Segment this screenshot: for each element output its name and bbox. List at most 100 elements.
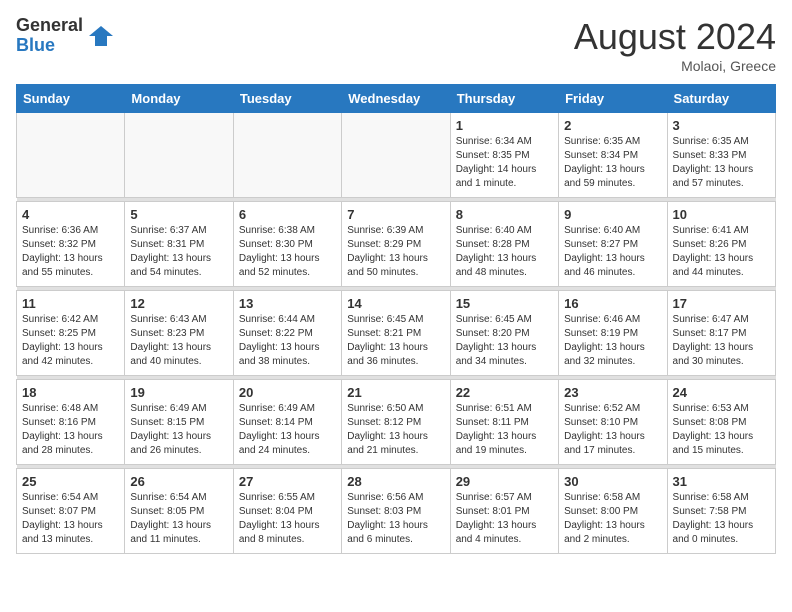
cell-content-line: Daylight: 13 hours [347,252,444,266]
cell-content-line: Daylight: 13 hours [22,430,119,444]
day-number: 20 [239,385,336,400]
cell-content-line: Sunrise: 6:40 AM [564,224,661,238]
cell-content-line: and 17 minutes. [564,444,661,458]
day-number: 8 [456,207,553,222]
calendar-cell [342,113,450,198]
cell-content-line: Sunrise: 6:41 AM [673,224,770,238]
calendar-cell: 26Sunrise: 6:54 AMSunset: 8:05 PMDayligh… [125,469,233,554]
day-number: 13 [239,296,336,311]
cell-content-line: Sunset: 8:01 PM [456,505,553,519]
cell-content-line: Sunset: 8:20 PM [456,327,553,341]
cell-content-line: Sunset: 8:11 PM [456,416,553,430]
day-number: 2 [564,118,661,133]
calendar-cell: 16Sunrise: 6:46 AMSunset: 8:19 PMDayligh… [559,291,667,376]
header: General Blue August 2024 Molaoi, Greece [16,16,776,74]
calendar-cell: 5Sunrise: 6:37 AMSunset: 8:31 PMDaylight… [125,202,233,287]
calendar-cell [125,113,233,198]
cell-content-line: Sunset: 8:07 PM [22,505,119,519]
calendar-cell: 25Sunrise: 6:54 AMSunset: 8:07 PMDayligh… [17,469,125,554]
calendar-cell: 11Sunrise: 6:42 AMSunset: 8:25 PMDayligh… [17,291,125,376]
cell-content-line: Sunset: 8:34 PM [564,149,661,163]
cell-content-line: Daylight: 13 hours [22,341,119,355]
cell-content-line: Sunset: 8:22 PM [239,327,336,341]
calendar-cell [233,113,341,198]
calendar-cell: 21Sunrise: 6:50 AMSunset: 8:12 PMDayligh… [342,380,450,465]
calendar-cell [17,113,125,198]
cell-content-line: Sunrise: 6:39 AM [347,224,444,238]
location: Molaoi, Greece [574,58,776,74]
cell-content-line: and 0 minutes. [673,533,770,547]
cell-content-line: Sunrise: 6:47 AM [673,313,770,327]
calendar-week-row: 25Sunrise: 6:54 AMSunset: 8:07 PMDayligh… [17,469,776,554]
day-number: 7 [347,207,444,222]
cell-content-line: Sunset: 8:27 PM [564,238,661,252]
cell-content-line: Sunset: 8:15 PM [130,416,227,430]
cell-content-line: Sunrise: 6:38 AM [239,224,336,238]
calendar-cell: 8Sunrise: 6:40 AMSunset: 8:28 PMDaylight… [450,202,558,287]
cell-content-line: Sunrise: 6:37 AM [130,224,227,238]
cell-content-line: Sunrise: 6:58 AM [564,491,661,505]
calendar-cell: 6Sunrise: 6:38 AMSunset: 8:30 PMDaylight… [233,202,341,287]
cell-content-line: Daylight: 13 hours [456,341,553,355]
calendar-cell: 27Sunrise: 6:55 AMSunset: 8:04 PMDayligh… [233,469,341,554]
cell-content-line: Daylight: 13 hours [564,163,661,177]
cell-content-line: Sunset: 8:16 PM [22,416,119,430]
cell-content-line: and 34 minutes. [456,355,553,369]
cell-content-line: Daylight: 13 hours [673,163,770,177]
cell-content-line: Sunset: 8:08 PM [673,416,770,430]
cell-content-line: Daylight: 13 hours [22,519,119,533]
cell-content-line: Sunset: 8:26 PM [673,238,770,252]
calendar-cell: 17Sunrise: 6:47 AMSunset: 8:17 PMDayligh… [667,291,775,376]
calendar-cell: 29Sunrise: 6:57 AMSunset: 8:01 PMDayligh… [450,469,558,554]
day-number: 29 [456,474,553,489]
cell-content-line: Sunrise: 6:48 AM [22,402,119,416]
cell-content-line: Sunset: 8:23 PM [130,327,227,341]
cell-content-line: Sunrise: 6:58 AM [673,491,770,505]
day-number: 10 [673,207,770,222]
day-number: 1 [456,118,553,133]
cell-content-line: Daylight: 13 hours [673,341,770,355]
cell-content-line: and 1 minute. [456,177,553,191]
cell-content-line: Sunset: 8:35 PM [456,149,553,163]
calendar-cell: 24Sunrise: 6:53 AMSunset: 8:08 PMDayligh… [667,380,775,465]
cell-content-line: Daylight: 13 hours [239,252,336,266]
cell-content-line: and 48 minutes. [456,266,553,280]
day-number: 15 [456,296,553,311]
cell-content-line: Daylight: 13 hours [564,430,661,444]
logo-text: General Blue [16,16,83,56]
cell-content-line: Daylight: 13 hours [130,341,227,355]
cell-content-line: and 32 minutes. [564,355,661,369]
cell-content-line: and 44 minutes. [673,266,770,280]
day-number: 25 [22,474,119,489]
cell-content-line: and 28 minutes. [22,444,119,458]
calendar-day-header: Thursday [450,85,558,113]
calendar-cell: 15Sunrise: 6:45 AMSunset: 8:20 PMDayligh… [450,291,558,376]
cell-content-line: Sunrise: 6:35 AM [673,135,770,149]
calendar-cell: 31Sunrise: 6:58 AMSunset: 7:58 PMDayligh… [667,469,775,554]
cell-content-line: Sunrise: 6:34 AM [456,135,553,149]
cell-content-line: and 6 minutes. [347,533,444,547]
day-number: 26 [130,474,227,489]
cell-content-line: Sunset: 8:04 PM [239,505,336,519]
day-number: 16 [564,296,661,311]
calendar-cell: 4Sunrise: 6:36 AMSunset: 8:32 PMDaylight… [17,202,125,287]
cell-content-line: Daylight: 13 hours [22,252,119,266]
cell-content-line: Sunrise: 6:42 AM [22,313,119,327]
calendar-cell: 18 Sunrise: 6:48 AMSunset: 8:16 PMDayligh… [17,380,125,465]
cell-content-line: and 36 minutes. [347,355,444,369]
day-number: 18 [22,385,119,400]
cell-content-line: Sunrise: 6:43 AM [130,313,227,327]
calendar-cell: 19Sunrise: 6:49 AMSunset: 8:15 PMDayligh… [125,380,233,465]
day-number: 4 [22,207,119,222]
day-number: 31 [673,474,770,489]
cell-content-line: Daylight: 13 hours [239,519,336,533]
cell-content-line: and 2 minutes. [564,533,661,547]
cell-content-line: Daylight: 13 hours [456,430,553,444]
cell-content-line: Sunset: 8:05 PM [130,505,227,519]
cell-content-line: Sunset: 8:32 PM [22,238,119,252]
cell-content-line: Sunset: 8:29 PM [347,238,444,252]
cell-content-line: Sunrise: 6:45 AM [347,313,444,327]
cell-content-line: and 24 minutes. [239,444,336,458]
cell-content-line: and 15 minutes. [673,444,770,458]
cell-content-line: Daylight: 13 hours [130,519,227,533]
